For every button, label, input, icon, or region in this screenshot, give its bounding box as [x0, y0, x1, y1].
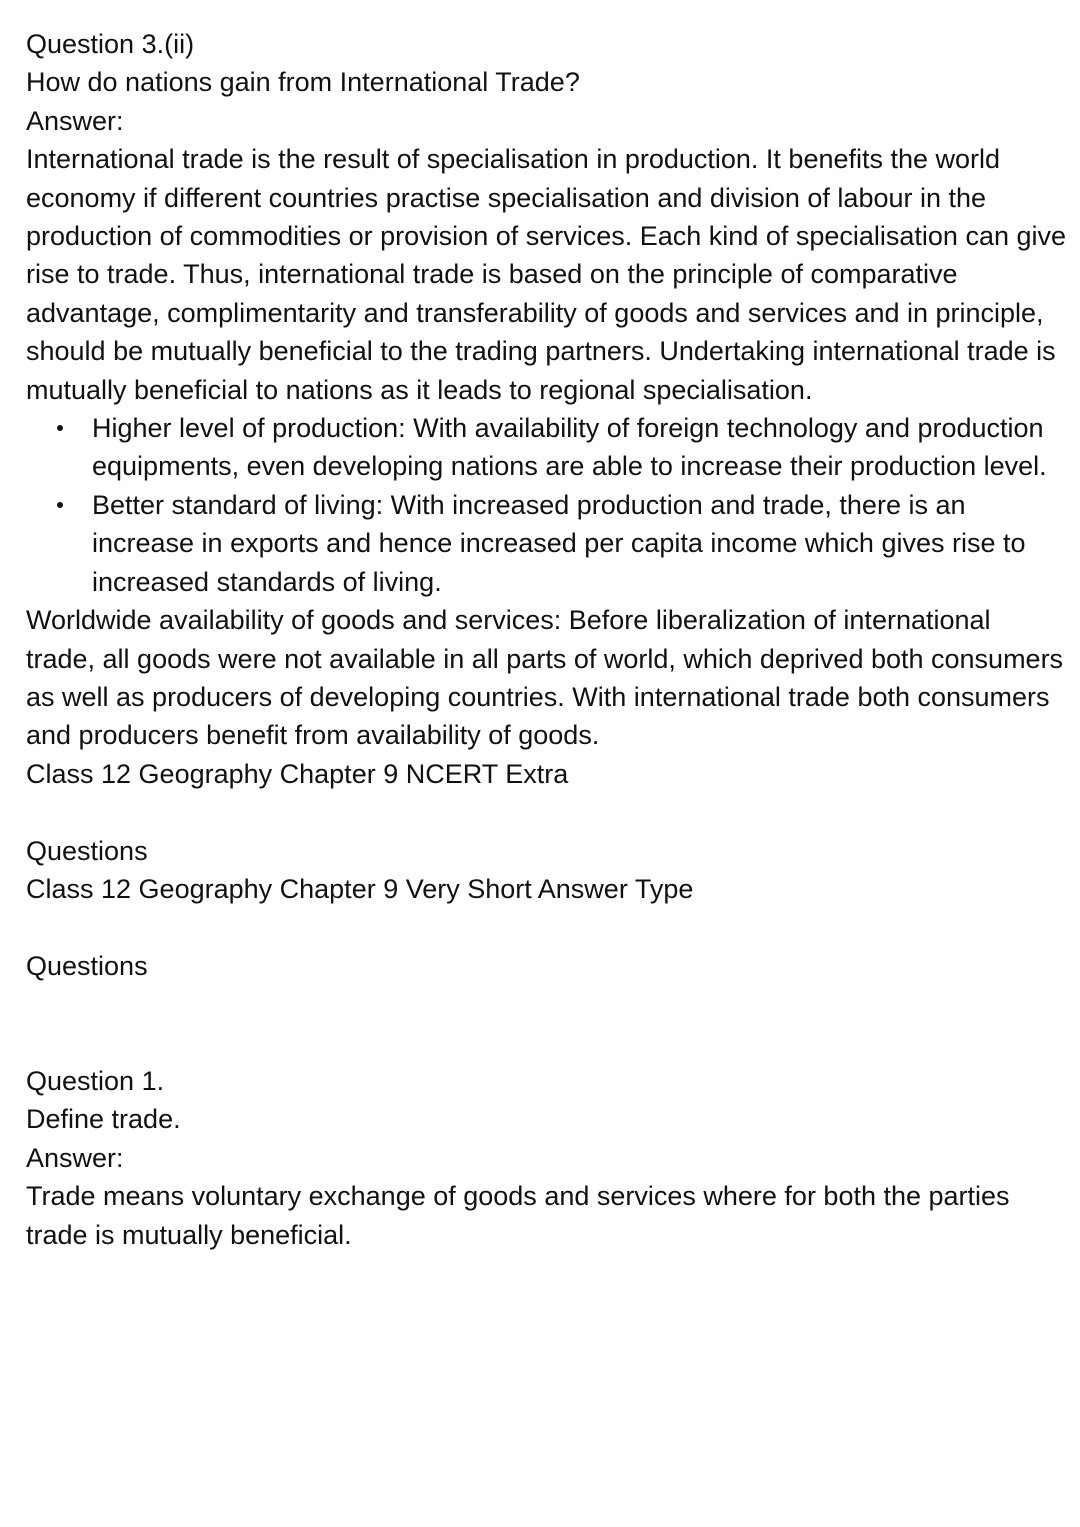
answer-3-bullet-list: Higher level of production: With availab… [26, 409, 1066, 601]
answer-1-label: Answer: [26, 1142, 124, 1173]
bullet-text: Higher level of production: With availab… [92, 413, 1047, 482]
section-1-title: Class 12 Geography Chapter 9 NCERT Extra [26, 758, 569, 789]
bullet-text: Better standard of living: With increase… [92, 489, 1026, 597]
answer-3-label: Answer: [26, 105, 124, 136]
answer-3-text: International trade is the result of spe… [26, 144, 1067, 405]
bullet-item: Higher level of production: With availab… [57, 409, 1066, 486]
answer-1-text: Trade means voluntary exchange of goods … [26, 1181, 1010, 1250]
section-2-subtitle: Questions [26, 950, 148, 981]
section-2-title: Class 12 Geography Chapter 9 Very Short … [26, 873, 694, 904]
question-1-text: Define trade. [26, 1104, 181, 1135]
bullet-item: Better standard of living: With increase… [57, 486, 1066, 601]
section-1-subtitle: Questions [26, 835, 148, 866]
question-3-text: How do nations gain from International T… [26, 67, 580, 98]
bullet-icon [57, 425, 63, 432]
answer-3-closing-text: Worldwide availability of goods and serv… [26, 605, 1064, 751]
question-3-label: Question 3.(ii) [26, 29, 195, 59]
document-page: Question 3.(ii) How do nations gain from… [26, 25, 1066, 1254]
bullet-icon [57, 501, 63, 508]
question-1-label: Question 1. [26, 1065, 165, 1096]
